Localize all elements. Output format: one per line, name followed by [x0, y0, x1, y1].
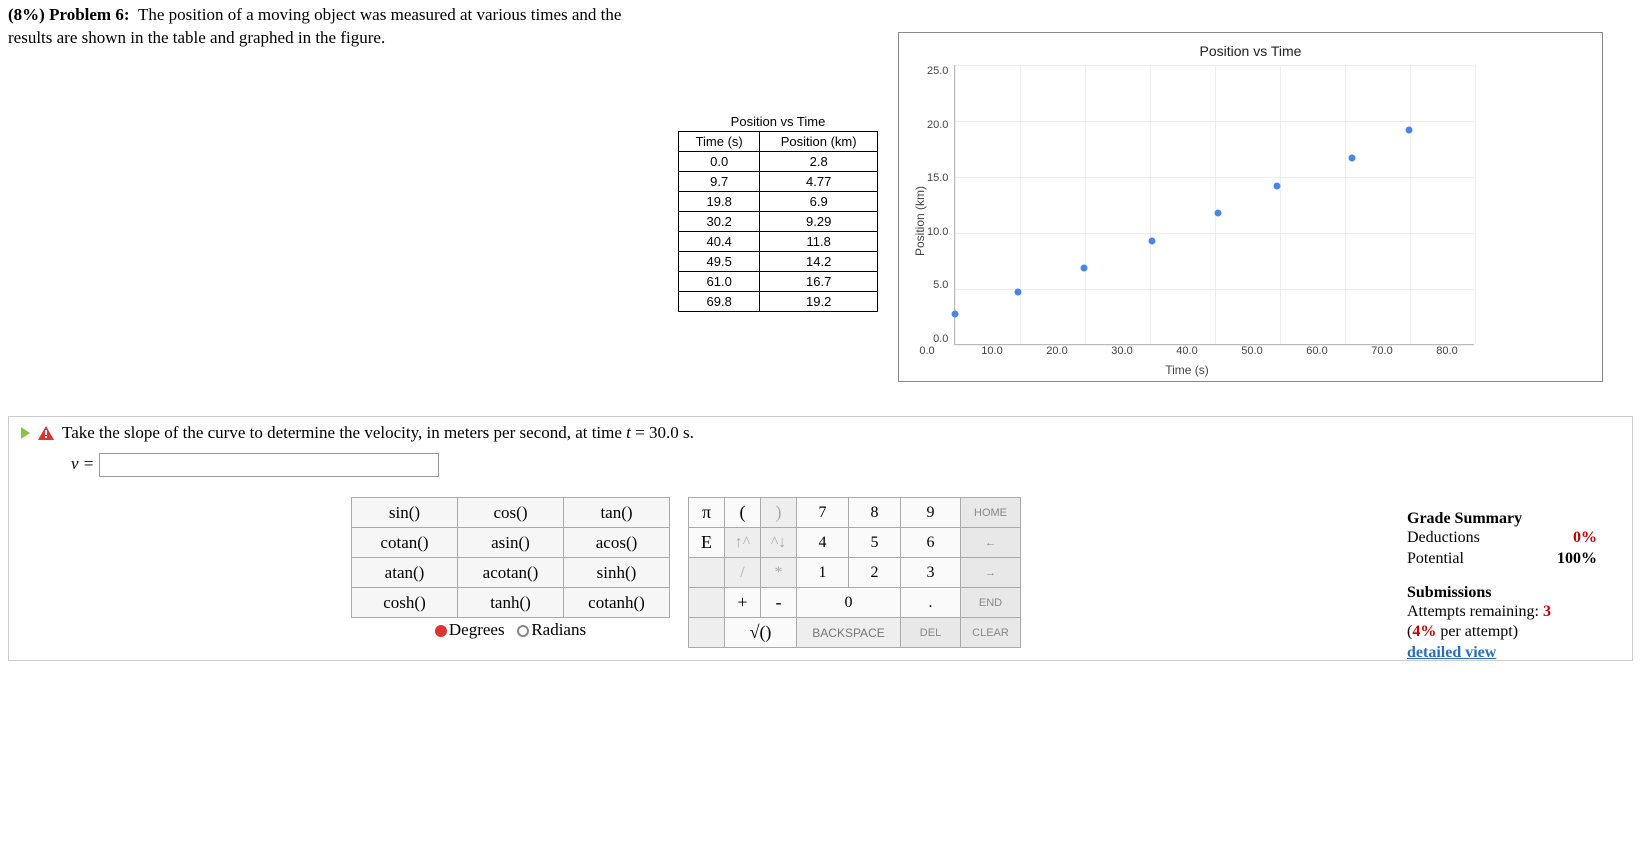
numeric-keys: π ( ) 7 8 9 HOME E ↑^ ^↓ 4 5 6 ←: [688, 497, 1021, 648]
key-E[interactable]: E: [689, 528, 725, 558]
key-left[interactable]: ←: [961, 528, 1021, 558]
key-sinh[interactable]: sinh(): [564, 558, 670, 588]
part-panel: Take the slope of the curve to determine…: [8, 416, 1633, 661]
key-5[interactable]: 5: [849, 528, 901, 558]
radio-radians[interactable]: [517, 625, 529, 637]
chart-container: Position vs Time Position (km) 25.0 20.0…: [898, 32, 1603, 382]
chart-point: [1406, 126, 1413, 133]
key-0[interactable]: 0: [797, 588, 901, 618]
table-row: 0.02.8: [679, 152, 878, 172]
key-pi[interactable]: π: [689, 498, 725, 528]
col-position-header: Position (km): [760, 132, 878, 152]
answer-label: v =: [71, 454, 94, 473]
col-time-header: Time (s): [679, 132, 760, 152]
table-row: 61.016.7: [679, 272, 878, 292]
data-table-caption: Position vs Time: [678, 114, 878, 129]
key-caret-down[interactable]: ^↓: [761, 528, 797, 558]
grade-summary-title: Grade Summary: [1407, 510, 1597, 528]
potential-value: 100%: [1557, 549, 1597, 570]
key-sqrt[interactable]: √(): [725, 618, 797, 648]
chart-ylabel: Position (km): [909, 65, 927, 377]
key-4[interactable]: 4: [797, 528, 849, 558]
key-slash[interactable]: /: [725, 558, 761, 588]
data-table-container: Position vs Time Time (s) Position (km) …: [678, 114, 878, 312]
chart-yaxis: 25.0 20.0 15.0 10.0 5.0 0.0: [927, 65, 954, 345]
key-home[interactable]: HOME: [961, 498, 1021, 528]
table-header-row: Time (s) Position (km): [679, 132, 878, 152]
key-tan[interactable]: tan(): [564, 498, 670, 528]
chart-point: [1015, 288, 1022, 295]
key-right[interactable]: →: [961, 558, 1021, 588]
key-2[interactable]: 2: [849, 558, 901, 588]
key-star[interactable]: *: [761, 558, 797, 588]
key-backspace[interactable]: BACKSPACE: [797, 618, 901, 648]
key-atan[interactable]: atan(): [352, 558, 458, 588]
answer-row: v =: [71, 453, 1620, 477]
key-cotan[interactable]: cotan(): [352, 528, 458, 558]
chart-point: [1081, 264, 1088, 271]
key-caret-up[interactable]: ↑^: [725, 528, 761, 558]
key-tanh[interactable]: tanh(): [458, 588, 564, 618]
chart-point: [1348, 154, 1355, 161]
keypad: sin() cos() tan() cotan() asin() acos() …: [351, 497, 1021, 648]
key-end[interactable]: END: [961, 588, 1021, 618]
table-row: 69.819.2: [679, 292, 878, 312]
chart-title: Position vs Time: [909, 43, 1592, 59]
answer-input[interactable]: [99, 453, 439, 477]
radio-degrees[interactable]: [435, 625, 447, 637]
part-prompt: Take the slope of the curve to determine…: [62, 423, 694, 443]
key-minus[interactable]: -: [761, 588, 797, 618]
submissions-title: Submissions: [1407, 584, 1597, 602]
key-7[interactable]: 7: [797, 498, 849, 528]
table-row: 19.86.9: [679, 192, 878, 212]
deductions-value: 0%: [1573, 528, 1597, 549]
key-cotanh[interactable]: cotanh(): [564, 588, 670, 618]
part-prompt-row: Take the slope of the curve to determine…: [21, 423, 1620, 443]
key-1[interactable]: 1: [797, 558, 849, 588]
key-clear[interactable]: CLEAR: [961, 618, 1021, 648]
chart-point: [1274, 182, 1281, 189]
key-cosh[interactable]: cosh(): [352, 588, 458, 618]
expand-icon[interactable]: [21, 427, 30, 439]
key-lparen[interactable]: (: [725, 498, 761, 528]
problem-number: Problem 6:: [49, 5, 129, 24]
key-acos[interactable]: acos(): [564, 528, 670, 558]
key-asin[interactable]: asin(): [458, 528, 564, 558]
table-row: 49.514.2: [679, 252, 878, 272]
chart-xaxis: 0.010.020.030.040.050.060.070.080.0: [927, 345, 1447, 361]
problem-weight: (8%): [8, 5, 45, 24]
key-acotan[interactable]: acotan(): [458, 558, 564, 588]
table-row: 9.74.77: [679, 172, 878, 192]
key-dot[interactable]: .: [901, 588, 961, 618]
chart-xlabel: Time (s): [927, 363, 1447, 377]
table-row: 30.29.29: [679, 212, 878, 232]
key-rparen[interactable]: ): [761, 498, 797, 528]
key-del[interactable]: DEL: [901, 618, 961, 648]
detailed-view-link[interactable]: detailed view: [1407, 644, 1496, 661]
problem-header-row: (8%) Problem 6: The position of a moving…: [8, 4, 1633, 382]
table-row: 40.411.8: [679, 232, 878, 252]
data-table: Time (s) Position (km) 0.02.8 9.74.77 19…: [678, 131, 878, 312]
chart-plot-area: [954, 65, 1474, 345]
key-cos[interactable]: cos(): [458, 498, 564, 528]
chart-point: [1148, 237, 1155, 244]
problem-statement: (8%) Problem 6: The position of a moving…: [8, 4, 658, 50]
key-9[interactable]: 9: [901, 498, 961, 528]
attempts-remaining: 3: [1543, 603, 1551, 620]
grade-summary: Grade Summary Deductions0% Potential100%…: [1407, 510, 1597, 678]
chart-point: [1215, 209, 1222, 216]
key-sin[interactable]: sin(): [352, 498, 458, 528]
key-plus[interactable]: +: [725, 588, 761, 618]
angle-mode: Degrees Radians: [351, 620, 670, 640]
function-keys: sin() cos() tan() cotan() asin() acos() …: [351, 497, 670, 618]
chart-point: [952, 310, 959, 317]
key-6[interactable]: 6: [901, 528, 961, 558]
key-8[interactable]: 8: [849, 498, 901, 528]
warning-icon: [38, 426, 54, 440]
key-3[interactable]: 3: [901, 558, 961, 588]
